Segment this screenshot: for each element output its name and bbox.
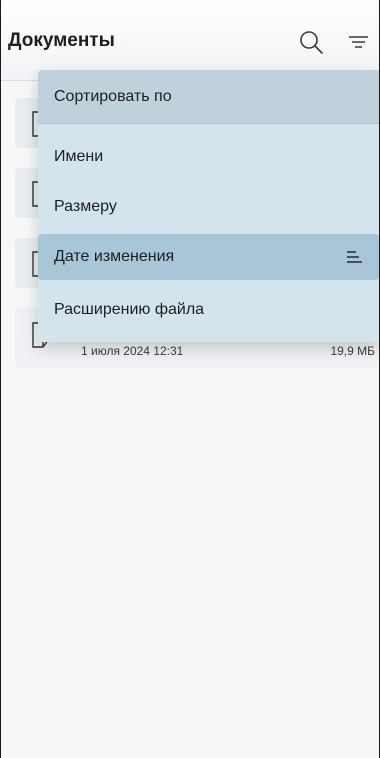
top-app-bar: Документы	[1, 0, 379, 81]
screen: Документы 1 июля 2024 12:31 19,9 МБ Сорт…	[0, 0, 380, 758]
sort-filter-icon	[349, 36, 368, 48]
search-icon	[300, 31, 323, 54]
sort-option-extension[interactable]: Расширению файла	[38, 287, 379, 333]
sort-option-size[interactable]: Размеру	[38, 184, 379, 230]
sort-option-label: Размеру	[54, 198, 117, 215]
sort-menu: Сортировать по Имени Размеру Дате измене…	[38, 70, 379, 342]
sort-direction-icon	[347, 251, 362, 263]
sort-option-label: Имени	[54, 148, 104, 165]
search-button[interactable]	[297, 28, 327, 58]
page-title: Документы	[8, 30, 115, 51]
file-date: 1 июля 2024 12:31	[81, 344, 184, 358]
sort-option-date-modified[interactable]: Дате изменения	[38, 234, 379, 280]
file-size: 19,9 МБ	[330, 344, 375, 358]
sort-option-name[interactable]: Имени	[38, 134, 379, 180]
sort-option-label: Дате изменения	[54, 248, 175, 265]
sort-menu-title: Сортировать по	[38, 70, 379, 124]
sort-button[interactable]	[344, 28, 374, 58]
sort-option-label: Расширению файла	[54, 301, 205, 318]
